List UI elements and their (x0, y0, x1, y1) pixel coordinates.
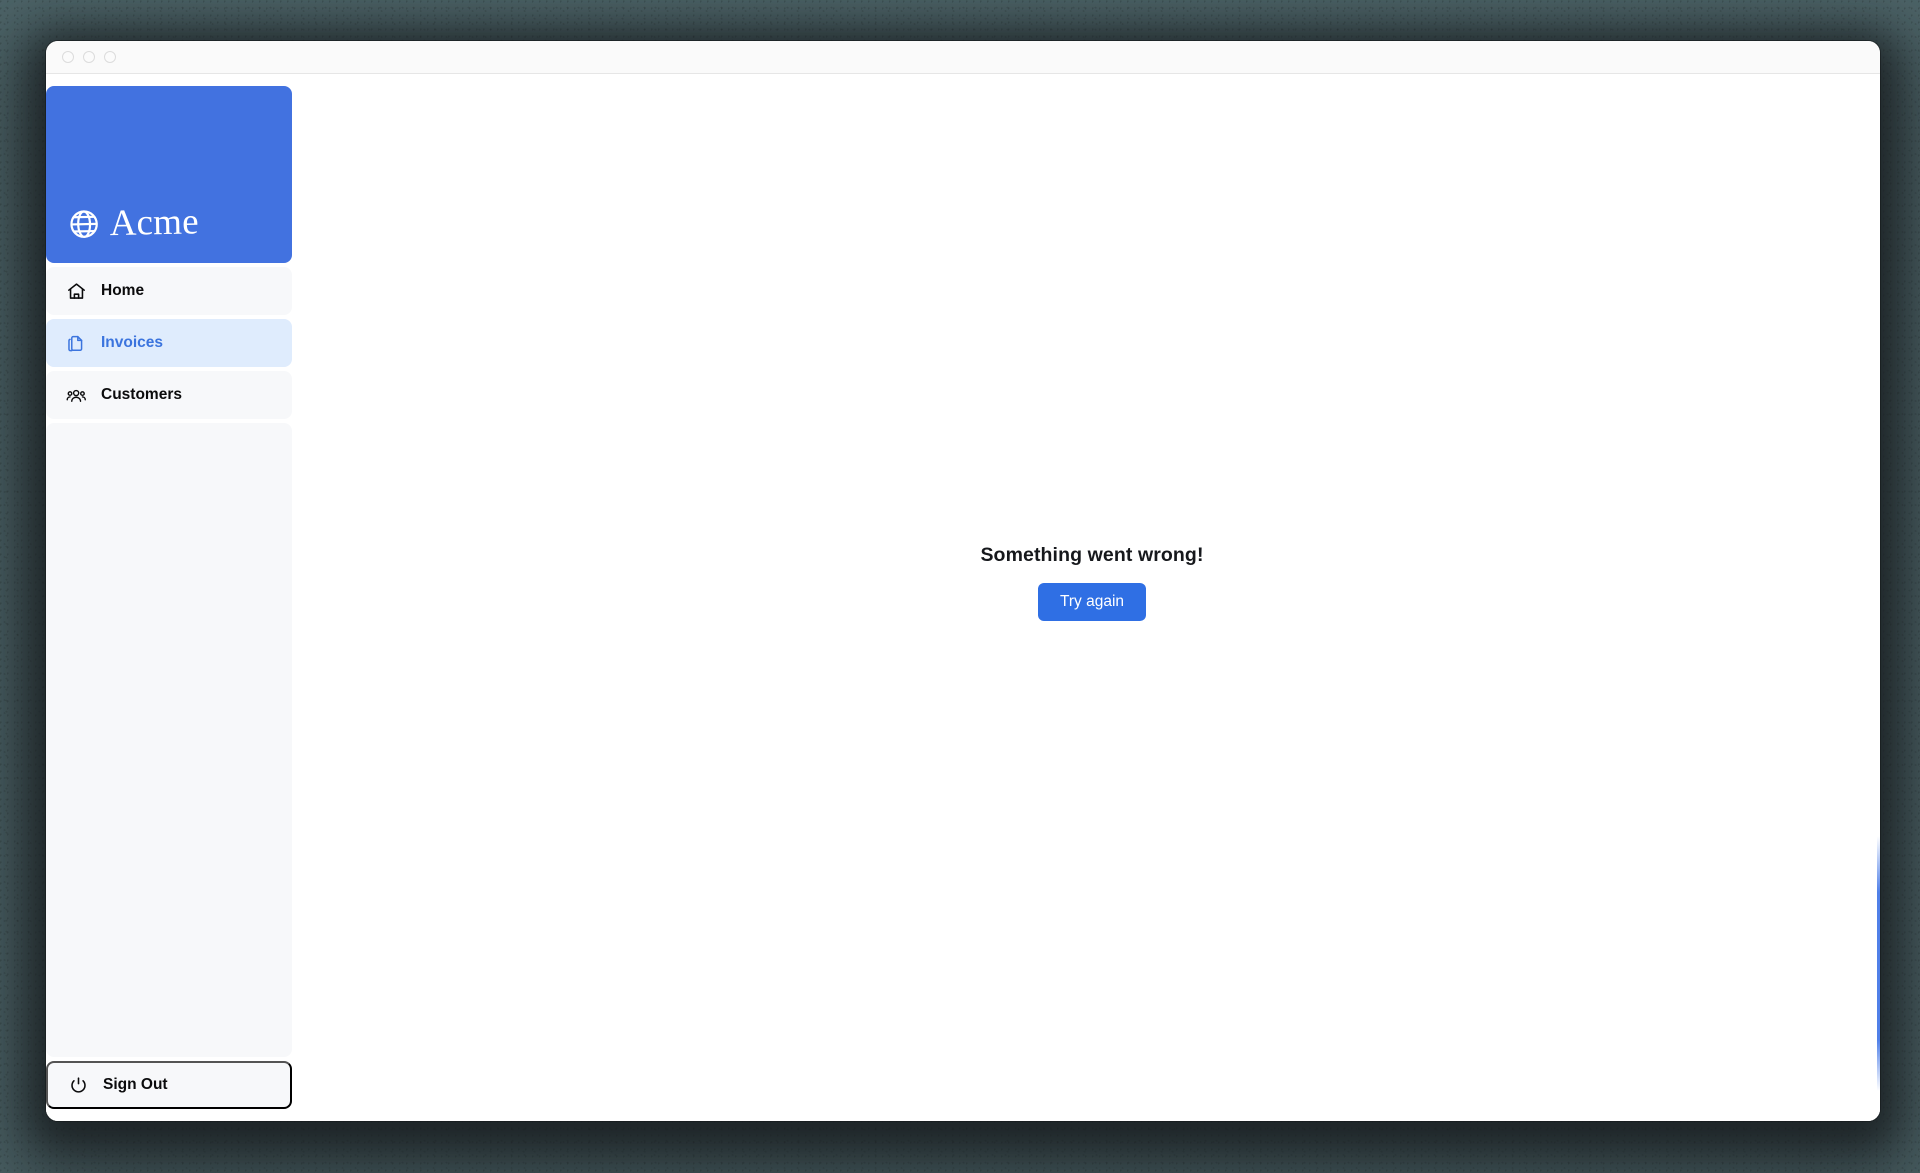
home-icon (66, 281, 87, 302)
error-panel: Something went wrong! Try again (980, 544, 1203, 621)
minimize-icon[interactable] (83, 51, 95, 63)
sidebar-item-label: Home (101, 282, 145, 299)
sign-out-button[interactable]: Sign Out (46, 1061, 292, 1109)
sidebar-item-customers[interactable]: Customers (46, 371, 292, 419)
app-body: Acme Home Invoices Customers Sign Out So… (46, 74, 1880, 1121)
browser-window: Acme Home Invoices Customers Sign Out So… (46, 41, 1880, 1121)
sidebar: Acme Home Invoices Customers Sign Out (46, 74, 304, 1121)
brand-name: Acme (109, 201, 200, 245)
try-again-button[interactable]: Try again (1037, 583, 1147, 621)
sidebar-item-invoices[interactable]: Invoices (46, 319, 292, 367)
sidebar-item-home[interactable]: Home (46, 267, 292, 315)
maximize-icon[interactable] (104, 51, 116, 63)
sidebar-item-label: Invoices (101, 334, 164, 351)
sidebar-item-label: Customers (101, 386, 182, 403)
document-duplicate-icon (66, 333, 87, 354)
sidebar-filler (46, 423, 292, 1057)
brand-logo-link[interactable]: Acme (46, 86, 292, 263)
globe-icon (67, 207, 101, 241)
window-titlebar (46, 41, 1880, 74)
close-icon[interactable] (62, 51, 74, 63)
sign-out-label: Sign Out (103, 1076, 168, 1093)
error-title: Something went wrong! (980, 544, 1204, 566)
main-content: Something went wrong! Try again (304, 74, 1880, 1121)
user-group-icon (66, 385, 87, 406)
power-icon (68, 1075, 89, 1096)
